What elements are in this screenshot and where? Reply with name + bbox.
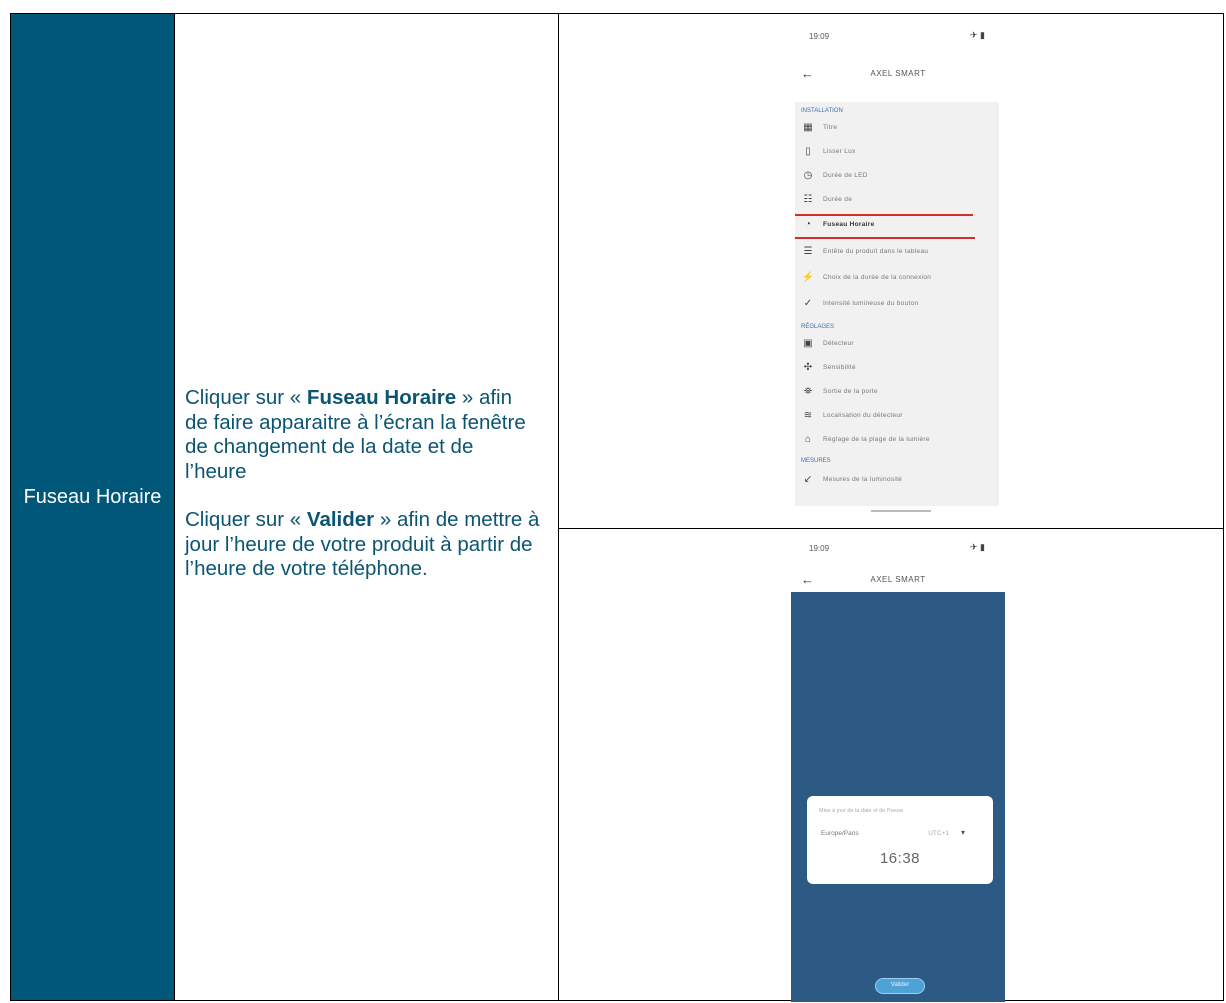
- menu-item[interactable]: ⚡ Choix de la durée de la connexion: [801, 272, 991, 288]
- status-time: 19:09: [809, 544, 830, 553]
- menu-item[interactable]: ⛯ Sortie de la porte: [801, 386, 991, 402]
- highlight-line-bottom: [795, 237, 975, 239]
- dropdown-caret-icon[interactable]: ▾: [961, 828, 965, 837]
- clock-icon: ◔: [804, 219, 812, 230]
- status-icons: ✈ ▮: [970, 542, 985, 552]
- sensitivity-icon: ✣: [803, 362, 813, 373]
- timer-icon: ◷: [803, 170, 813, 181]
- section-header: INSTALLATION: [801, 108, 843, 114]
- validate-button[interactable]: Valider: [875, 978, 925, 994]
- door-icon: ⛯: [804, 386, 812, 397]
- phone-screenshot-menu: 19:09 ✈ ▮ ← AXEL SMART INSTALLATION ▦ Tit…: [791, 20, 1005, 512]
- instructions-cell: Cliquer sur « Fuseau Horaire » afin de f…: [175, 14, 559, 1000]
- highlight-line-top: [795, 214, 973, 216]
- list-icon: ☰: [803, 246, 813, 257]
- menu-item[interactable]: ▦ Titre: [801, 122, 991, 138]
- detector-icon: ▣: [803, 338, 813, 349]
- lamp-icon: ⌂: [804, 434, 812, 445]
- check-icon: ✓: [803, 298, 813, 309]
- menu-item[interactable]: ◷ Durée de LED: [801, 170, 991, 186]
- status-bar: 19:09 ✈ ▮: [791, 20, 1005, 48]
- menu-item[interactable]: ✓ Intensité lumineuse du bouton: [801, 298, 991, 314]
- timezone-label: Europe/Paris: [821, 830, 859, 837]
- menu-item-fuseau-horaire[interactable]: ◔ Fuseau Horaire: [801, 219, 991, 235]
- menu-item[interactable]: ▯ Lisser Lux: [801, 146, 991, 162]
- settings-icon: ☷: [803, 194, 813, 205]
- dialog-time: 16:38: [879, 850, 921, 867]
- phone-screenshot-dialog: 19:09 ✈ ▮ ← AXEL SMART Mise à jour de la…: [791, 532, 1005, 1002]
- plug-icon: ⚡: [801, 272, 815, 283]
- menu-item[interactable]: ☰ Entête du produit dans le tableau: [801, 246, 991, 262]
- settings-menu: INSTALLATION ▦ Titre ▯ Lisser Lux ◷ Durée d…: [795, 102, 999, 506]
- screenshot-row-1: 19:09 ✈ ▮ ← AXEL SMART INSTALLATION ▦ Tit…: [559, 14, 1223, 529]
- instruction-2: Cliquer sur « Valider » afin de mettre à…: [185, 508, 540, 580]
- menu-item[interactable]: ≋ Localisation du détecteur: [801, 410, 991, 426]
- status-bar: 19:09 ✈ ▮: [791, 532, 1005, 560]
- app-title: AXEL SMART: [870, 575, 926, 584]
- menu-item[interactable]: ▣ Détecteur: [801, 338, 991, 354]
- status-icons: ✈ ▮: [970, 30, 985, 40]
- row-title: Fuseau Horaire: [23, 486, 162, 508]
- home-indicator: [871, 510, 931, 512]
- section-header: RÉGLAGES: [801, 324, 835, 330]
- menu-item[interactable]: ✣ Sensibilité: [801, 362, 991, 378]
- section-header: MESURES: [801, 458, 831, 464]
- measure-icon: ↙: [803, 474, 813, 485]
- row-title-cell: Fuseau Horaire: [11, 14, 175, 1000]
- phone-icon: ▯: [805, 146, 811, 157]
- screenshots-cell: 19:09 ✈ ▮ ← AXEL SMART INSTALLATION ▦ Tit…: [559, 14, 1223, 1002]
- grid-icon: ▦: [803, 122, 813, 133]
- location-icon: ≋: [803, 410, 813, 421]
- menu-item[interactable]: ⌂ Réglage de la plage de la lumière: [801, 434, 991, 450]
- app-bar: ← AXEL SMART: [791, 66, 1005, 90]
- dialog-title: Mise à jour de la date et de l'heure: [819, 808, 904, 814]
- instruction-table: Fuseau Horaire Cliquer sur « Fuseau Hora…: [10, 13, 1224, 1002]
- timezone-dialog: Mise à jour de la date et de l'heure Eur…: [807, 796, 993, 884]
- modal-overlay: Mise à jour de la date et de l'heure Eur…: [791, 592, 1005, 1002]
- instructions-text: Cliquer sur « Fuseau Horaire » afin de f…: [185, 386, 540, 582]
- instruction-1: Cliquer sur « Fuseau Horaire » afin de f…: [185, 386, 526, 483]
- status-time: 19:09: [809, 32, 830, 41]
- menu-item[interactable]: ↙ Mesures de la luminosité: [801, 474, 991, 490]
- menu-item[interactable]: ☷ Durée de: [801, 194, 991, 210]
- timezone-select[interactable]: UTC+1: [928, 830, 949, 837]
- app-title: AXEL SMART: [870, 69, 926, 78]
